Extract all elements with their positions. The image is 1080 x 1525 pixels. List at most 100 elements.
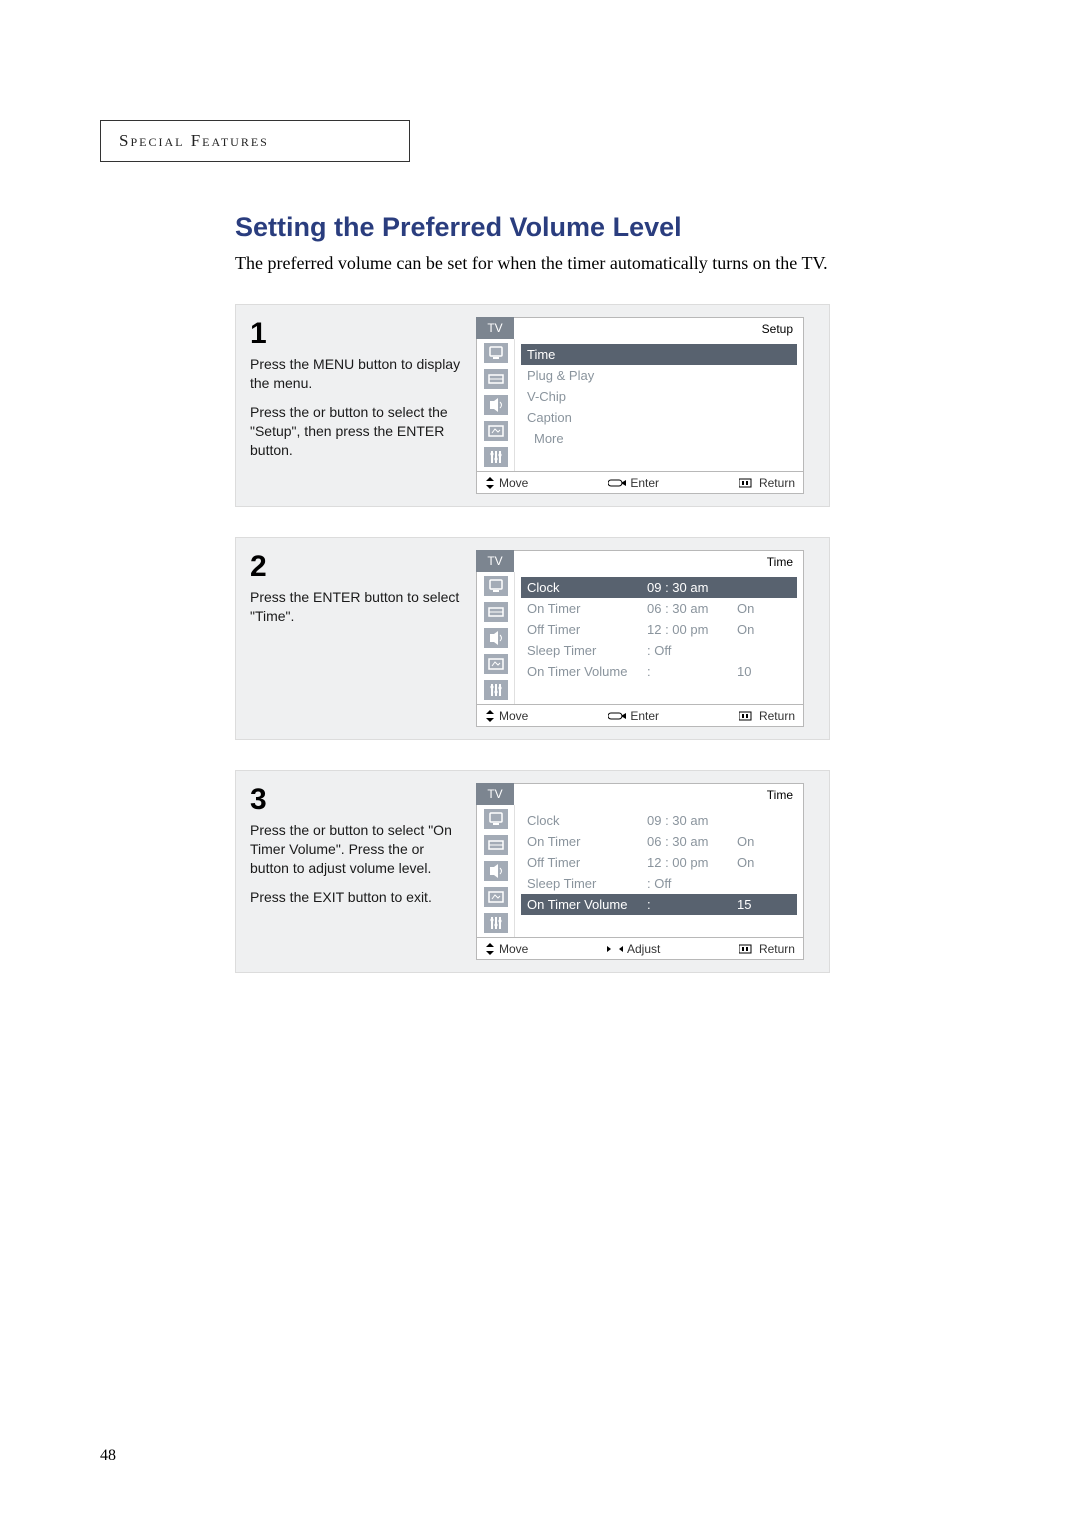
osd-item-value	[647, 347, 737, 362]
osd-item-value: 06 : 30 am	[647, 834, 737, 849]
osd-item-label: On Timer	[527, 601, 647, 616]
return-icon	[739, 711, 755, 721]
osd-side-icon-4	[484, 913, 508, 933]
osd-footer-mid: Enter	[608, 709, 659, 723]
osd-side-icon-4	[484, 680, 508, 700]
step-block: 1 Press the MENU button to display the m…	[235, 304, 830, 507]
osd-footer: Move Enter Return	[476, 705, 804, 727]
osd-footer-move: Move	[485, 709, 528, 723]
osd-item-value	[647, 389, 737, 404]
osd-menu-item[interactable]: On Timer Volume : 15	[521, 894, 797, 915]
step-number: 1	[250, 317, 466, 351]
step-left: 3 Press the or button to select "On Time…	[250, 783, 476, 960]
osd-footer-move: Move	[485, 476, 528, 490]
return-icon	[739, 944, 755, 954]
osd-item-list: Clock 09 : 30 am On Timer 06 : 30 am On …	[515, 572, 803, 704]
osd-item-label: On Timer Volume	[527, 664, 647, 679]
osd-item-label: Sleep Timer	[527, 643, 647, 658]
step-instruction: Press the EXIT button to exit.	[250, 888, 466, 907]
osd-item-status: On	[737, 601, 777, 616]
osd-item-label: Plug & Play	[527, 368, 647, 383]
step-left: 1 Press the MENU button to display the m…	[250, 317, 476, 494]
osd-item-status	[737, 389, 777, 404]
step-left: 2 Press the ENTER button to select "Time…	[250, 550, 476, 727]
osd-item-status	[737, 813, 777, 828]
osd-icon-column	[477, 339, 515, 471]
step-number: 2	[250, 550, 466, 584]
osd-side-icon-2	[484, 628, 508, 648]
osd-item-value: 09 : 30 am	[647, 813, 737, 828]
osd-footer-return: Return	[739, 709, 795, 723]
step-instruction: Press the MENU button to display the men…	[250, 355, 466, 393]
osd-item-status	[737, 876, 777, 891]
osd-item-status	[737, 368, 777, 383]
osd-menu-item[interactable]: Plug & Play	[521, 365, 797, 386]
osd-menu-item[interactable]: Clock 09 : 30 am	[521, 810, 797, 831]
step-instruction: Press the ENTER button to select "Time".	[250, 588, 466, 626]
osd-item-label: Caption	[527, 410, 647, 425]
osd-side-icon-1	[484, 369, 508, 389]
osd-menu-item[interactable]: Off Timer 12 : 00 pm On	[521, 619, 797, 640]
updown-icon	[485, 710, 495, 722]
updown-icon	[485, 477, 495, 489]
osd-menu-item[interactable]: Time	[521, 344, 797, 365]
osd-item-value: : Off	[647, 876, 737, 891]
osd-menu-item[interactable]: On Timer Volume : 10	[521, 661, 797, 682]
osd-item-status: On	[737, 834, 777, 849]
osd-item-status	[737, 347, 777, 362]
osd-item-value: :	[647, 897, 737, 912]
osd-item-label: Off Timer	[527, 622, 647, 637]
osd-footer-return: Return	[739, 942, 795, 956]
osd-side-icon-0	[484, 809, 508, 829]
osd-item-label: Clock	[527, 813, 647, 828]
osd-item-value: 12 : 00 pm	[647, 855, 737, 870]
osd-menu-item[interactable]: On Timer 06 : 30 am On	[521, 598, 797, 619]
osd-item-label: On Timer Volume	[527, 897, 647, 912]
updown-icon	[485, 943, 495, 955]
osd-item-list: Clock 09 : 30 am On Timer 06 : 30 am On …	[515, 805, 803, 937]
osd-side-icon-0	[484, 576, 508, 596]
osd-item-label: On Timer	[527, 834, 647, 849]
osd-menu-item[interactable]: Clock 09 : 30 am	[521, 577, 797, 598]
osd-header-title: Time	[514, 550, 804, 572]
osd-item-value	[654, 431, 744, 446]
osd-header-source: TV	[476, 783, 514, 805]
osd-side-icon-2	[484, 861, 508, 881]
osd-item-status: 10	[737, 664, 777, 679]
osd-menu-item[interactable]: Caption	[521, 407, 797, 428]
osd-item-value: 06 : 30 am	[647, 601, 737, 616]
osd-item-value: : Off	[647, 643, 737, 658]
osd-item-status: On	[737, 855, 777, 870]
section-header-box: Special Features	[100, 120, 410, 162]
osd-side-icon-4	[484, 447, 508, 467]
osd-menu-item[interactable]: V-Chip	[521, 386, 797, 407]
osd-side-icon-3	[484, 654, 508, 674]
osd-menu-item[interactable]: Sleep Timer : Off	[521, 640, 797, 661]
osd-footer-return: Return	[739, 476, 795, 490]
osd-item-status	[737, 643, 777, 658]
osd-item-label: Sleep Timer	[527, 876, 647, 891]
osd-icon-column	[477, 572, 515, 704]
return-icon	[739, 478, 755, 488]
osd-item-list: Time Plug & Play V-Chip Caption More	[515, 339, 803, 471]
osd-item-label: More	[534, 431, 654, 446]
osd-item-label: V-Chip	[527, 389, 647, 404]
osd-item-status	[737, 410, 777, 425]
osd-item-value: :	[647, 664, 737, 679]
osd-menu-item[interactable]: On Timer 06 : 30 am On	[521, 831, 797, 852]
osd-item-value: 09 : 30 am	[647, 580, 737, 595]
osd-menu-item[interactable]: Sleep Timer : Off	[521, 873, 797, 894]
osd-menu-item[interactable]: More	[521, 428, 797, 449]
osd-footer-mid: Adjust	[607, 942, 660, 956]
osd-footer-move: Move	[485, 942, 528, 956]
step-right: TV Time Clock 09 : 30 am On Timer 06 : 3…	[476, 783, 815, 960]
osd-panel: TV Setup Time Plug & Play V-Chip Caption…	[476, 317, 804, 494]
osd-side-icon-3	[484, 421, 508, 441]
step-number: 3	[250, 783, 466, 817]
osd-panel: TV Time Clock 09 : 30 am On Timer 06 : 3…	[476, 783, 804, 960]
osd-item-label: Time	[527, 347, 647, 362]
step-block: 3 Press the or button to select "On Time…	[235, 770, 830, 973]
osd-footer-mid: Enter	[608, 476, 659, 490]
osd-panel: TV Time Clock 09 : 30 am On Timer 06 : 3…	[476, 550, 804, 727]
osd-menu-item[interactable]: Off Timer 12 : 00 pm On	[521, 852, 797, 873]
